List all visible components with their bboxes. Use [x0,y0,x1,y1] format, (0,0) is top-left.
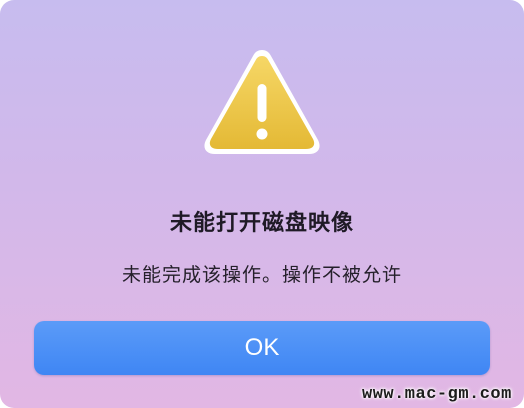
alert-dialog: 未能打开磁盘映像 未能完成该操作。操作不被允许 OK www.mac-gm.co… [0,0,524,408]
dialog-message: 未能完成该操作。操作不被允许 [121,264,402,286]
dialog-title: 未能打开磁盘映像 [169,211,354,236]
watermark: www.mac-gm.com [362,385,512,404]
ok-button[interactable]: OK [34,321,490,375]
warning-icon [200,44,324,160]
